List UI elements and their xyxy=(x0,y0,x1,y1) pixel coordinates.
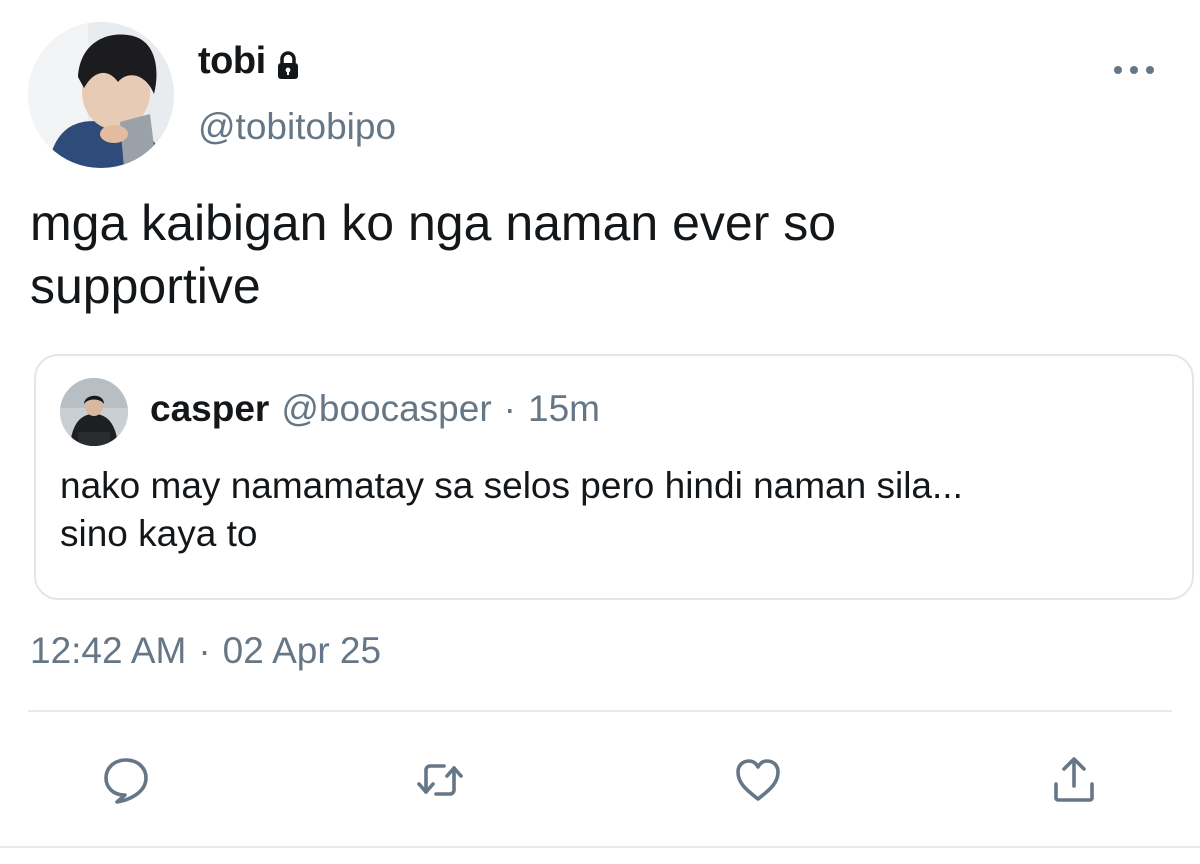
timestamp-separator: · xyxy=(198,630,211,671)
retweet-button[interactable] xyxy=(410,750,470,810)
tweet-timestamp[interactable]: 12:42 AM · 02 Apr 25 xyxy=(30,630,381,672)
more-horizontal-icon xyxy=(1114,66,1154,74)
quote-display-name[interactable]: casper xyxy=(150,388,269,430)
bottom-divider xyxy=(0,846,1200,848)
timestamp-date: 02 Apr 25 xyxy=(222,630,382,671)
like-button[interactable] xyxy=(728,750,788,810)
avatar-photo xyxy=(28,22,174,168)
author-avatar[interactable] xyxy=(28,22,174,168)
author-display-name[interactable]: tobi xyxy=(198,40,304,83)
quote-avatar-photo xyxy=(60,378,128,446)
share-icon xyxy=(1054,757,1094,802)
tweet-text: mga kaibigan ko nga naman ever so suppor… xyxy=(30,195,837,314)
like-icon xyxy=(736,759,780,801)
divider xyxy=(28,710,1172,712)
quote-time: 15m xyxy=(528,388,600,429)
lock-icon xyxy=(272,48,304,80)
quote-handle[interactable]: @boocasper xyxy=(281,388,491,430)
author-handle[interactable]: @tobitobipo xyxy=(198,106,396,148)
share-button[interactable] xyxy=(1044,750,1104,810)
author-name-text: tobi xyxy=(198,40,266,82)
quote-text: nako may namamatay sa selos pero hindi n… xyxy=(60,465,963,554)
reply-icon xyxy=(104,758,148,804)
tweet-detail: tobi @tobitobipo mga kaibigan ko nga nam… xyxy=(0,0,1200,864)
quoted-tweet-card[interactable]: casper @boocasper · 15m nako may namamat… xyxy=(34,354,1194,600)
quote-avatar[interactable] xyxy=(60,378,128,446)
reply-button[interactable] xyxy=(96,750,156,810)
timestamp-time: 12:42 AM xyxy=(30,630,187,671)
quote-header: casper @boocasper · 15m xyxy=(150,388,600,430)
quote-separator: · xyxy=(503,388,516,429)
retweet-icon xyxy=(417,764,463,796)
more-options-button[interactable] xyxy=(1110,58,1158,82)
